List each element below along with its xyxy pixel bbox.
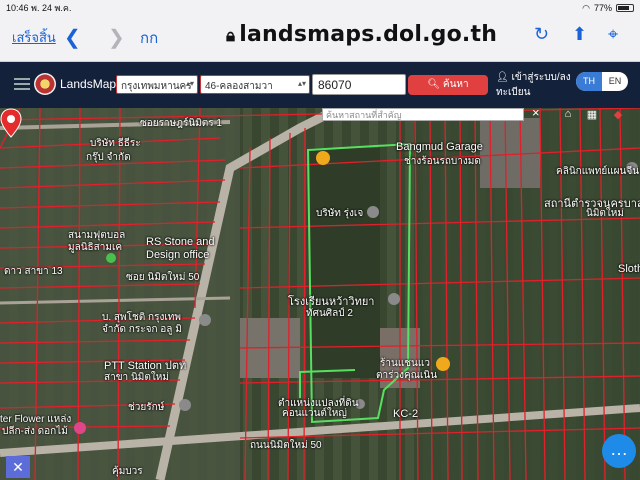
home-icon[interactable]: ⌂	[558, 108, 578, 121]
district-value: 46-คลองสามวา	[205, 81, 273, 92]
map-label: Design office	[146, 249, 210, 261]
place-search-input[interactable]: ค้นหาสถานที่สำคัญ	[322, 108, 524, 121]
chevron-right-icon[interactable]: ❯	[108, 25, 125, 50]
reload-icon[interactable]: ↻	[534, 24, 549, 45]
province-select[interactable]: กรุงเทพมหานคร ▴▾	[116, 75, 198, 94]
menu-icon[interactable]	[14, 78, 30, 90]
app-header: LandsMaps กรุงเทพมหานคร ▴▾ 46-คลองสามวา ▴▾…	[0, 62, 640, 108]
map-label: กรุ๊ป จำกัด	[86, 152, 131, 163]
chevron-down-icon: ▴▾	[185, 79, 194, 88]
text-size-button[interactable]: กก	[140, 26, 158, 50]
map-label: จำกัด กระจก อลู มิ	[102, 324, 182, 335]
lang-th-option[interactable]: TH	[576, 72, 602, 91]
wifi-icon: ◠	[582, 2, 590, 13]
dol-logo	[34, 73, 56, 95]
map-label: ซอย นิมิตใหม่ 50	[126, 272, 200, 283]
tools-icon[interactable]: ✕	[6, 456, 30, 478]
parcel-number-input[interactable]: 86070	[312, 74, 406, 95]
layers-icon[interactable]: ◆	[608, 108, 628, 121]
district-select[interactable]: 46-คลองสามวา ▴▾	[200, 75, 310, 94]
share-icon[interactable]: ⬆︎	[572, 24, 587, 45]
search-icon: 🔍︎	[427, 79, 441, 90]
school-grounds	[310, 148, 380, 378]
chevron-down-icon: ▴▾	[297, 79, 306, 88]
status-date: พ. 24 พ.ค.	[31, 3, 72, 13]
map-label: ซอยราษฎร์นิมิตร 1	[140, 118, 222, 129]
map-label: Sloth	[618, 263, 640, 275]
map-label: KC-2	[393, 408, 419, 420]
map-label: ช่วยรักษ์	[128, 402, 165, 413]
poi-marker-icon[interactable]	[367, 206, 379, 218]
poi-marker-icon[interactable]	[436, 357, 450, 371]
map-label: ปลีก-ส่ง ดอกไม้	[2, 426, 68, 437]
poi-marker-icon[interactable]	[316, 151, 330, 165]
map-label: สาขา นิมิตใหม่	[104, 372, 169, 383]
login-link[interactable]: 👤︎ เข้าสู่ระบบ/ลง ทะเบียน	[496, 70, 571, 100]
browser-toolbar: เสร็จสิ้น ❮ ❯ กก 🔒︎ landsmaps.dol.go.th ↻…	[0, 16, 640, 62]
poi-marker-icon[interactable]	[179, 399, 191, 411]
map-label: RS Stone and	[146, 236, 215, 248]
map-canvas[interactable]: ซอยราษฎร์นิมิตร 1 บริษัท ธีธีระ กรุ๊ป จำ…	[0, 108, 640, 480]
compass-icon[interactable]: ⌖	[608, 24, 618, 45]
map-label: ถนนนิมิตใหม่ 50	[250, 440, 322, 451]
login-label-line2: ทะเบียน	[496, 87, 531, 98]
poi-marker-icon[interactable]	[199, 314, 211, 326]
brand-name: LandsMaps	[60, 77, 123, 91]
ios-status-bar: 10:46 พ. 24 พ.ค. ◠ 77%	[0, 0, 640, 16]
url-text: landsmaps.dol.go.th	[239, 22, 498, 47]
map-label: ทัศนศิลป์ 2	[306, 308, 353, 319]
grid-icon[interactable]: ▦	[582, 108, 602, 121]
close-icon[interactable]: ×	[532, 108, 540, 120]
user-icon: 👤︎	[496, 72, 509, 83]
map-label: มูลนิธิสามเค	[68, 242, 123, 253]
search-button-label: ค้นหา	[442, 79, 469, 90]
map-label: ดาว สาขา 13	[4, 266, 63, 277]
poi-marker-icon[interactable]	[388, 293, 400, 305]
map-label: คุ้มบวร	[112, 466, 143, 477]
map-label: บริษัท ธีธีระ	[90, 138, 141, 149]
status-time: 10:46	[6, 3, 29, 13]
map-label: Bangmud Garage	[396, 141, 483, 153]
map-label: คอนแวนต์ใหญ่	[282, 408, 347, 419]
location-pin-icon[interactable]	[0, 108, 22, 138]
lang-en-option[interactable]: EN	[602, 72, 628, 91]
address-bar[interactable]: 🔒︎ landsmaps.dol.go.th	[226, 22, 497, 47]
battery-percent: 77%	[593, 3, 612, 13]
map-label: บริษัท รุ่งเจ	[316, 208, 364, 219]
map-label: นิมิตใหม่	[586, 208, 624, 219]
battery-icon	[616, 4, 634, 12]
map-label: ตาร่วงคุณเนิน	[376, 370, 438, 381]
map-label: ช่างร้อนรถบางมด	[404, 156, 481, 167]
more-menu-button[interactable]: …	[602, 434, 636, 468]
chevron-left-icon[interactable]: ❮	[64, 25, 81, 50]
login-label-line1: เข้าสู่ระบบ/ลง	[511, 72, 571, 83]
poi-marker-icon[interactable]	[74, 422, 86, 434]
map-label: คลินิกแพทย์แผนจีน	[556, 166, 640, 177]
lock-icon: 🔒︎	[226, 26, 236, 46]
search-button[interactable]: 🔍︎ ค้นหา	[408, 75, 488, 95]
done-button[interactable]: เสร็จสิ้น	[12, 27, 56, 48]
province-value: กรุงเทพมหานคร	[121, 81, 192, 92]
language-toggle[interactable]: TH EN	[576, 72, 628, 91]
